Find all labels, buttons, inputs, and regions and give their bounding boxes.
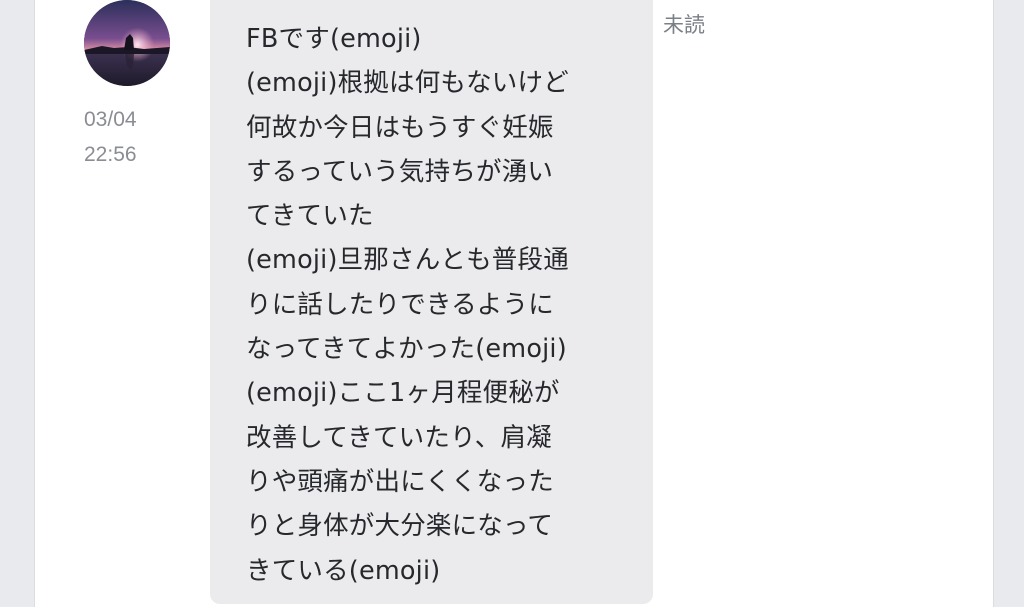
message-line: りに話したりできるように	[246, 289, 554, 320]
message-line: 何故か今日はもうすぐ妊娠	[246, 112, 554, 143]
message-line: (emoji)旦那さんとも普段通	[246, 245, 569, 276]
message-line: りや頭痛が出にくくなった	[246, 466, 554, 497]
message-time: 22:56	[84, 143, 137, 166]
message-line: きている(emoji)	[246, 555, 441, 586]
sender-avatar[interactable]	[84, 0, 170, 86]
message-line: (emoji)根拠は何もないけど	[246, 68, 569, 99]
message-line: FBです(emoji)	[246, 24, 422, 54]
message-line: てきていた	[246, 201, 374, 232]
message-line: するっていう気持ちが湧い	[246, 156, 554, 187]
message-bubble[interactable]: FBです(emoji) (emoji)根拠は何もないけど 何故か今日はもうすぐ妊…	[210, 0, 653, 604]
avatar-image	[84, 0, 170, 86]
message-line: りと身体が大分楽になって	[246, 511, 554, 542]
message-timestamp: 03/04 22:56	[84, 102, 194, 172]
message-line: 改善してきていたり、肩凝	[246, 422, 552, 453]
message-date: 03/04	[84, 108, 137, 131]
message-line: (emoji)ここ1ヶ月程便秘が	[246, 378, 560, 409]
message-line: なってきてよかった(emoji)	[246, 334, 567, 365]
read-status-label: 未読	[663, 13, 705, 37]
